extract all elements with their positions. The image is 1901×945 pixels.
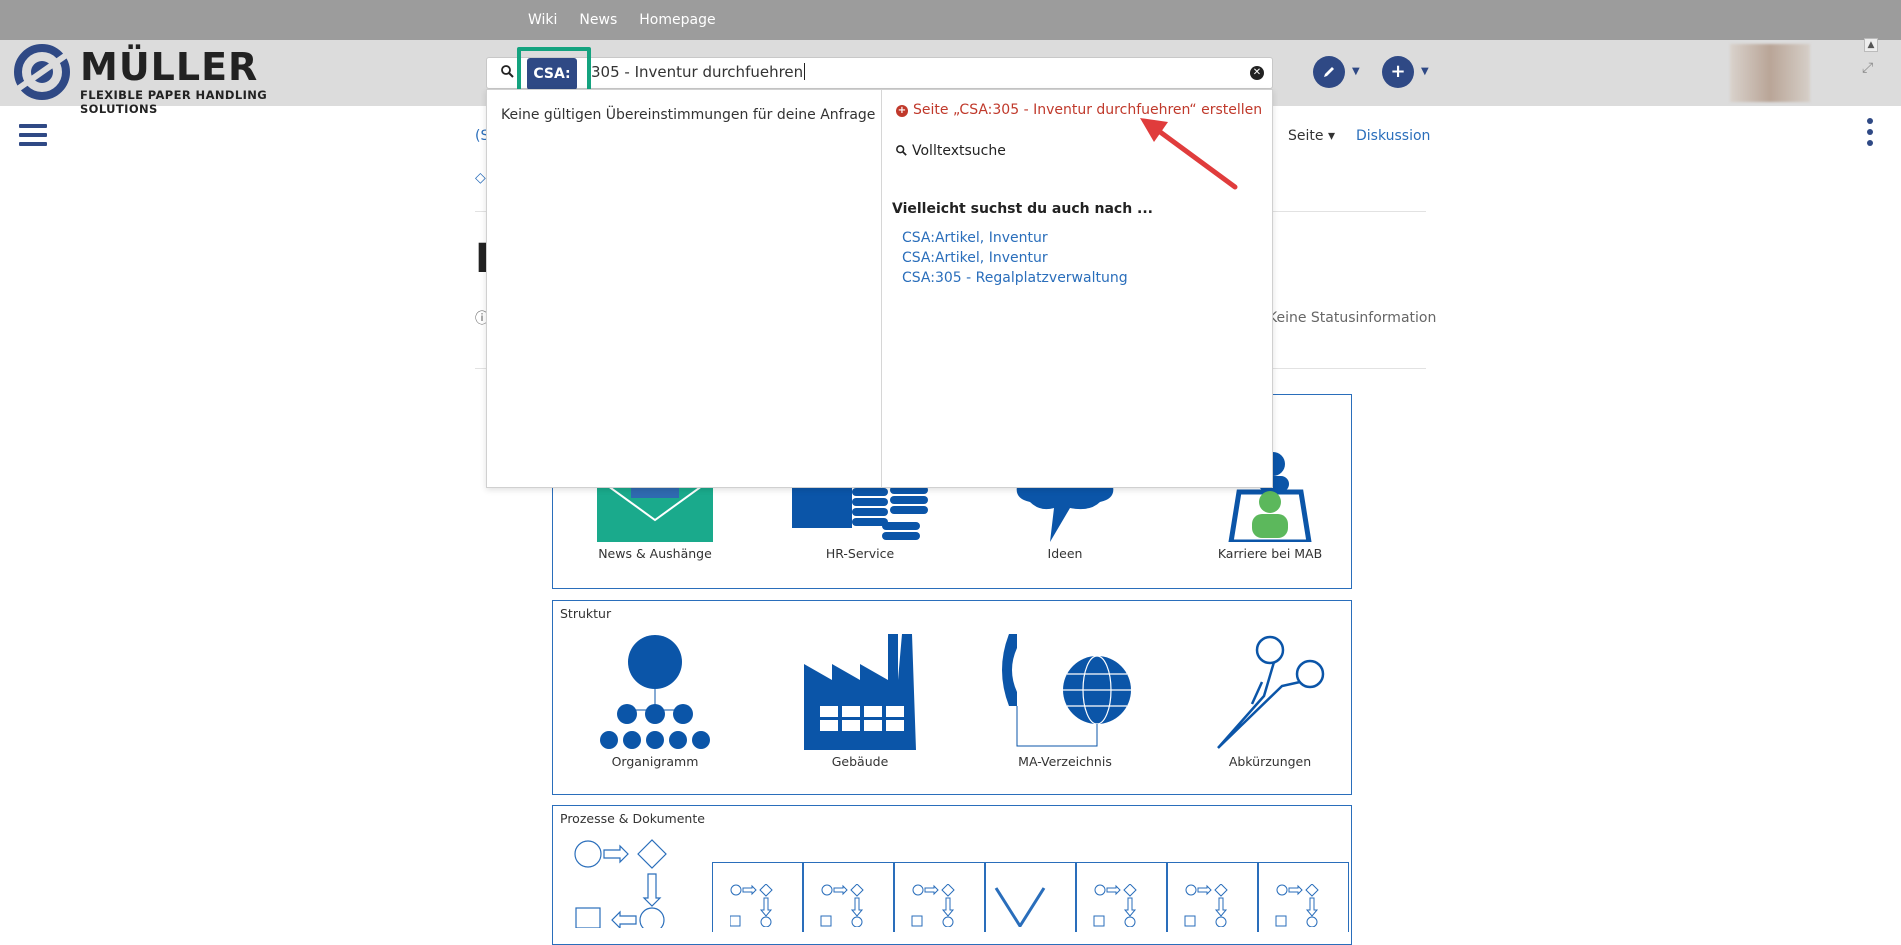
panel-title: Struktur (560, 606, 612, 621)
tile-gebaeude[interactable]: Gebäude (765, 634, 955, 769)
nav-link-homepage[interactable]: Homepage (639, 12, 715, 28)
tile-label: Organigramm (611, 754, 699, 769)
tile-organigramm[interactable]: Organigramm (560, 634, 750, 769)
org-chart-icon (600, 635, 710, 749)
tab-diskussion[interactable]: Diskussion (1356, 128, 1430, 144)
tile-ideen[interactable]: Ideen (970, 478, 1160, 561)
nav-link-wiki[interactable]: Wiki (528, 12, 557, 28)
clear-icon[interactable]: ✕ (1250, 66, 1264, 80)
kebab-icon[interactable] (1867, 118, 1873, 151)
nav-link-news[interactable]: News (579, 12, 617, 28)
tile-label: Gebäude (831, 754, 889, 769)
status-info: Keine Statusinformation (1268, 310, 1437, 326)
factory-icon (804, 634, 916, 750)
process-mini-icons (730, 884, 1319, 927)
add-dropdown-icon[interactable]: ▼ (1421, 66, 1429, 77)
tab-seite[interactable]: Seite ▾ (1288, 128, 1335, 144)
tile-news[interactable]: News & Aushänge (560, 478, 750, 561)
expand-icon[interactable]: ⤢ (1862, 60, 1873, 76)
tile-label: HR-Service (825, 546, 895, 561)
tile-hr-service[interactable]: HR-Service (765, 478, 955, 561)
search-icon (501, 65, 514, 82)
dropdown-results: Keine gültigen Übereinstimmungen für dei… (487, 90, 882, 487)
collapse-icon[interactable]: ▲ (1864, 38, 1878, 52)
logo-wordmark: MÜLLER (80, 45, 259, 89)
process-flow-icon (574, 839, 667, 928)
tile-label: Karriere bei MAB (1217, 546, 1323, 561)
tile-label: MA-Verzeichnis (1018, 754, 1112, 769)
suggestion-link[interactable]: CSA:Artikel, Inventur (902, 250, 1048, 266)
tile-label: Ideen (1047, 546, 1083, 561)
no-matches-text: Keine gültigen Übereinstimmungen für dei… (501, 107, 876, 123)
top-navbar: Wiki News Homepage (0, 0, 1901, 40)
tag-icon: ◇ (475, 170, 486, 186)
edit-dropdown-icon[interactable]: ▼ (1352, 66, 1360, 77)
annotation-arrow (1140, 118, 1238, 190)
add-circle-icon: + (896, 105, 908, 117)
phone-globe-icon (1002, 634, 1131, 747)
tile-abkuerzungen[interactable]: Abkürzungen (1175, 634, 1365, 769)
edit-icon[interactable] (1313, 56, 1345, 88)
suggestion-link[interactable]: CSA:305 - Regalplatzverwaltung (902, 270, 1128, 286)
logo-tagline: FLEXIBLE PAPER HANDLING SOLUTIONS (80, 88, 268, 116)
suggestion-link[interactable]: CSA:Artikel, Inventur (902, 230, 1048, 246)
tile-label: News & Aushänge (598, 546, 712, 561)
company-logo[interactable]: MÜLLER FLEXIBLE PAPER HANDLING SOLUTIONS (12, 42, 292, 116)
suggestions-heading: Vielleicht suchst du auch nach ... (892, 201, 1153, 217)
namespace-badge[interactable]: CSA: (527, 58, 577, 90)
panel-title: Prozesse & Dokumente (560, 811, 705, 826)
tile-ma-verzeichnis[interactable]: MA-Verzeichnis (970, 634, 1160, 769)
scissors-icon (1217, 635, 1325, 749)
logo-mark-icon (14, 44, 70, 100)
add-icon[interactable]: + (1382, 56, 1414, 88)
menu-icon[interactable] (19, 124, 47, 151)
search-icon (896, 145, 907, 156)
tile-label: Abkürzungen (1228, 754, 1312, 769)
top-links: Wiki News Homepage (528, 12, 716, 28)
fulltext-search-link[interactable]: Volltextsuche (896, 143, 1006, 159)
avatar[interactable] (1730, 44, 1810, 102)
search-input[interactable]: 305 - Inventur durchfuehren (591, 63, 806, 81)
